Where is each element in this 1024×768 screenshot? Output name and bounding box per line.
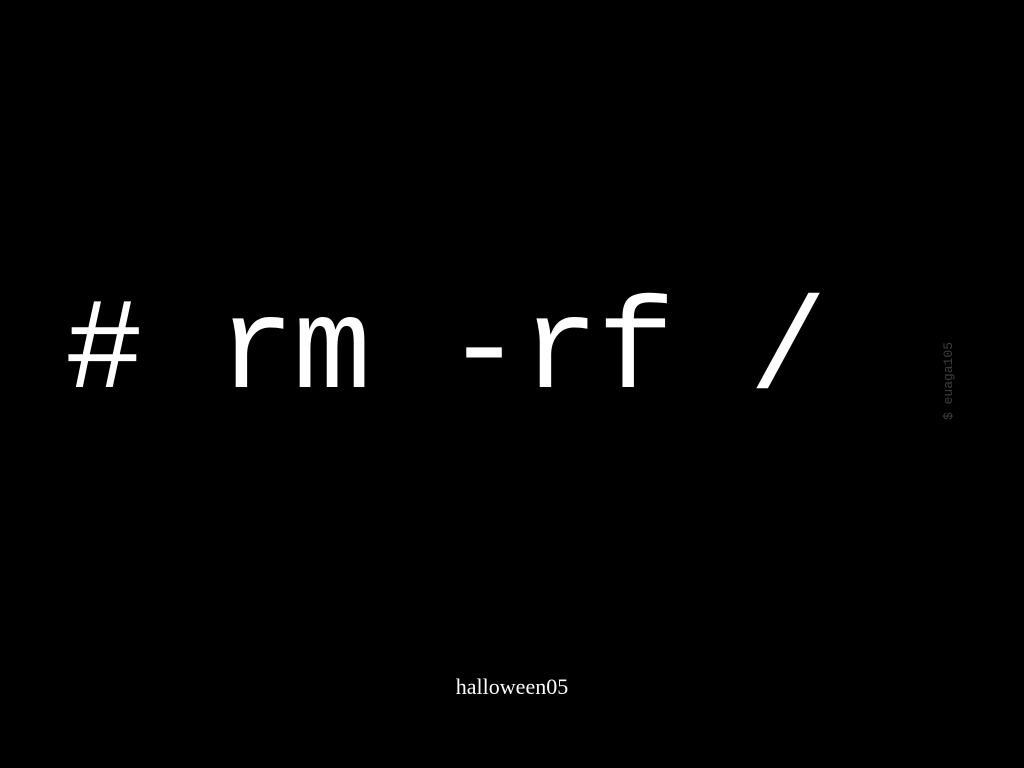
side-watermark: $ euaga105 (941, 342, 956, 420)
shell-command-text: # rm -rf / (65, 280, 825, 427)
image-caption: halloween05 (0, 674, 1024, 700)
